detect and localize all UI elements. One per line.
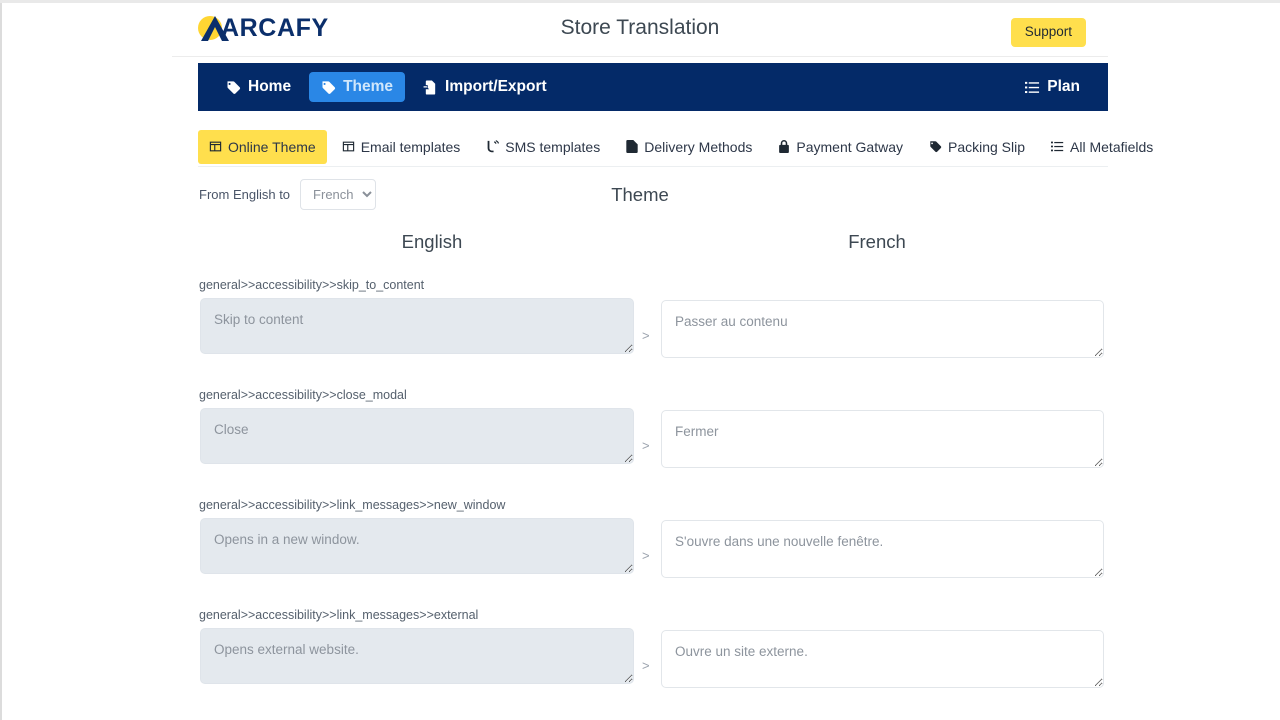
support-button[interactable]: Support <box>1010 18 1086 48</box>
column-header-source: English <box>401 231 463 252</box>
translation-key: general>>accessibility>>skip_to_content <box>199 278 425 292</box>
tab-delivery-methods[interactable]: Delivery Methods <box>615 130 763 164</box>
row-arrow-separator: > <box>642 328 650 343</box>
language-prefix-label: From English to <box>199 186 291 202</box>
tab-label: Packing Slip <box>947 138 1026 155</box>
column-header-target: French <box>848 231 906 252</box>
row-arrow-separator: > <box>642 548 650 563</box>
nav-item-label: Plan <box>1047 78 1080 95</box>
target-text-field[interactable] <box>661 520 1104 578</box>
target-text-field[interactable] <box>661 630 1104 688</box>
nav-item-home[interactable]: Home <box>214 72 303 102</box>
tab-label: Delivery Methods <box>644 138 753 155</box>
nav-item-import-export[interactable]: Import/Export <box>411 72 559 102</box>
window-icon <box>209 140 222 153</box>
window-frame-left <box>0 3 2 720</box>
primary-nav-right: Plan <box>1013 72 1092 102</box>
translation-key: general>>accessibility>>close_modal <box>199 388 407 402</box>
source-text-field[interactable] <box>200 298 634 354</box>
file-import-icon <box>423 79 438 95</box>
list-icon <box>1051 140 1064 153</box>
tab-label: Email templates <box>360 138 461 155</box>
tab-label: Payment Gatway <box>796 138 903 155</box>
tab-label: All Metafields <box>1070 138 1154 155</box>
target-text-field[interactable] <box>661 410 1104 468</box>
translation-row: general>>accessibility>>link_messages>>n… <box>172 498 1108 608</box>
file-icon <box>626 140 638 153</box>
lock-icon <box>778 140 790 153</box>
column-headers: English French <box>172 221 1108 271</box>
translation-key: general>>accessibility>>link_messages>>n… <box>199 498 506 512</box>
content-area: From English to French Theme English Fre… <box>172 167 1108 720</box>
app-header: ARCAFY Store Translation Support <box>172 3 1108 57</box>
source-text-field[interactable] <box>200 408 634 464</box>
nav-item-label: Theme <box>343 78 394 95</box>
translation-row: general>>accessibility>>link_messages>>e… <box>172 608 1108 718</box>
source-text-field[interactable] <box>200 628 634 684</box>
sms-icon <box>486 140 500 153</box>
translation-list: general>>accessibility>>skip_to_content … <box>172 271 1108 718</box>
target-language-select[interactable]: French <box>300 178 377 210</box>
row-arrow-separator: > <box>642 658 650 673</box>
translation-key: general>>accessibility>>link_messages>>e… <box>199 608 479 622</box>
nav-item-label: Home <box>248 78 292 95</box>
app-viewport: ARCAFY Store Translation Support Home Th… <box>0 0 1280 720</box>
row-arrow-separator: > <box>642 438 650 453</box>
primary-navbar: Home Theme Import/Export Plan <box>198 63 1108 111</box>
tag-icon <box>321 80 336 95</box>
tab-online-theme[interactable]: Online Theme <box>198 129 327 164</box>
primary-nav-items: Home Theme Import/Export <box>214 72 559 102</box>
secondary-tabbar: Online Theme Email templates SMS templat… <box>198 127 1153 167</box>
tab-label: SMS templates <box>505 138 601 155</box>
page-title: Store Translation <box>560 16 720 39</box>
tab-packing-slip[interactable]: Packing Slip <box>918 130 1036 164</box>
tag-icon <box>226 80 241 95</box>
language-selector-row: From English to French Theme <box>172 167 1108 221</box>
tab-email-templates[interactable]: Email templates <box>331 130 472 164</box>
tab-label: Online Theme <box>228 138 316 155</box>
nav-item-label: Import/Export <box>445 78 547 95</box>
source-text-field[interactable] <box>200 518 634 574</box>
window-icon <box>342 140 355 153</box>
tab-all-metafields[interactable]: All Metafields <box>1040 130 1164 164</box>
nav-item-theme[interactable]: Theme <box>309 72 406 102</box>
tab-sms-templates[interactable]: SMS templates <box>475 130 611 164</box>
tag-icon <box>929 140 942 153</box>
list-icon <box>1025 80 1040 95</box>
target-text-field[interactable] <box>661 300 1104 358</box>
nav-item-plan[interactable]: Plan <box>1013 72 1092 102</box>
translation-row: general>>accessibility>>skip_to_content … <box>172 278 1108 388</box>
tab-payment-gatway[interactable]: Payment Gatway <box>767 130 914 164</box>
translation-row: general>>accessibility>>close_modal > <box>172 388 1108 498</box>
